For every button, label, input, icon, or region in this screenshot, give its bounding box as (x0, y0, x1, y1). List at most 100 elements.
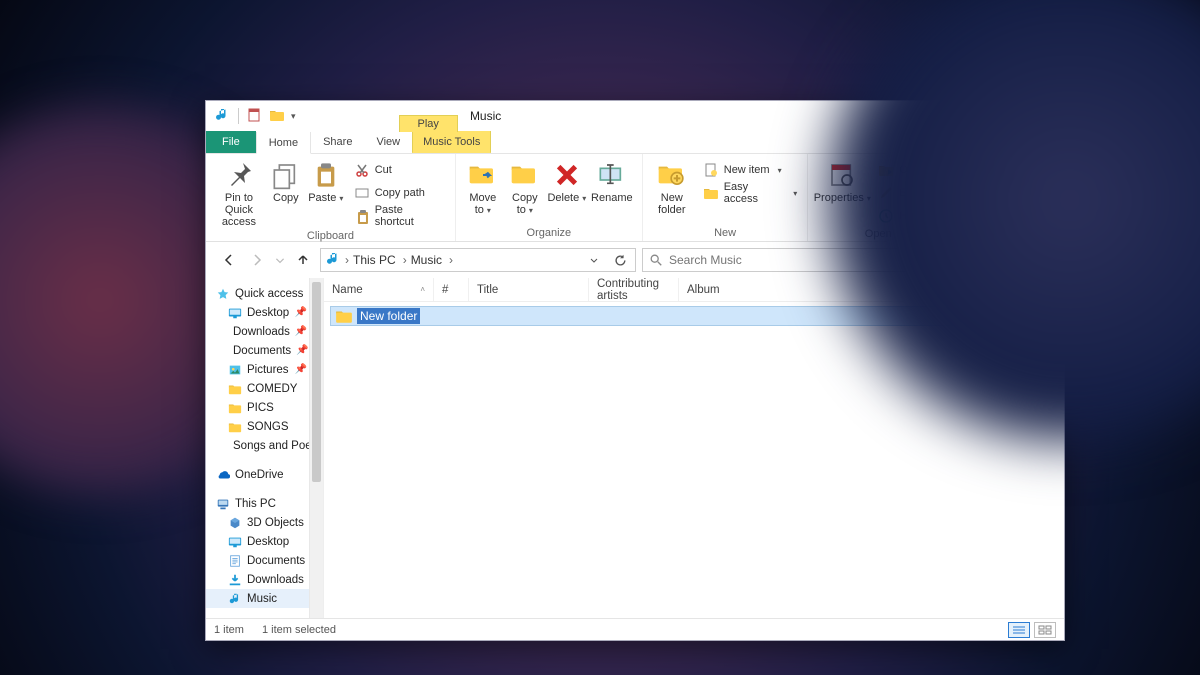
forward-button[interactable] (246, 249, 268, 271)
sidebar-item-songs-and-poems[interactable]: Songs and Poems (206, 436, 323, 455)
address-dropdown[interactable] (583, 249, 605, 271)
paste-shortcut-button[interactable]: Paste shortcut (350, 206, 449, 226)
copy-to-button[interactable]: Copy to (504, 158, 546, 216)
sidebar-pc-3d-objects[interactable]: 3D Objects (206, 513, 323, 532)
pin-label: Pin to Quick access (212, 192, 266, 228)
app-icon (214, 107, 230, 126)
edit-button[interactable]: Edit (874, 183, 942, 203)
move-to-button[interactable]: Move to (462, 158, 504, 216)
help-button[interactable]: ? (1040, 131, 1064, 153)
sidebar-pc-music[interactable]: Music (206, 589, 323, 608)
col-title[interactable]: Title (469, 278, 589, 301)
sidebar-item-pictures[interactable]: Pictures📌 (206, 360, 323, 379)
file-explorer-window: ▾ Play Music File Home Share View Music … (205, 100, 1065, 641)
select-all-button[interactable]: Select all (955, 160, 1058, 180)
col-album[interactable]: Album (679, 278, 779, 301)
properties-button[interactable]: Properties (814, 158, 870, 204)
address-bar[interactable]: › This PC Music (320, 248, 636, 272)
open-button[interactable]: Open (874, 160, 942, 180)
copy-path-button[interactable]: Copy path (350, 183, 449, 203)
sidebar-this-pc[interactable]: This PC (206, 494, 323, 513)
address-icon (325, 251, 341, 270)
recent-dropdown[interactable] (274, 249, 286, 271)
titlebar: ▾ Play Music (206, 101, 1064, 131)
search-input[interactable] (669, 253, 1045, 267)
sidebar-item-downloads[interactable]: Downloads📌 (206, 322, 323, 341)
sidebar-pc-desktop[interactable]: Desktop (206, 532, 323, 551)
organize-group-label: Organize (462, 225, 636, 239)
menu-file[interactable]: File (206, 131, 256, 153)
ribbon-group-new: New folder New item Easy access New (643, 154, 808, 241)
delete-button[interactable]: Delete (546, 158, 588, 204)
menu-tab-view[interactable]: View (364, 131, 412, 153)
qat-folder-icon[interactable] (269, 107, 285, 126)
minimize-button[interactable] (929, 101, 974, 131)
invert-selection-button[interactable]: Invert selection (955, 206, 1058, 226)
up-button[interactable] (292, 249, 314, 271)
sidebar-pc-downloads[interactable]: Downloads (206, 570, 323, 589)
sidebar-item-documents[interactable]: Documents📌 (206, 341, 323, 360)
content-area: Name˄ # Title Contributing artists Album… (324, 278, 1064, 618)
rename-button[interactable]: Rename (588, 158, 636, 204)
window-controls (929, 101, 1064, 131)
close-button[interactable] (1019, 101, 1064, 131)
pin-to-quick-access-button[interactable]: Pin to Quick access (212, 158, 266, 228)
select-group-label: Select (955, 226, 1058, 240)
sidebar-pc-documents[interactable]: Documents (206, 551, 323, 570)
sidebar-item-songs[interactable]: SONGS (206, 417, 323, 436)
status-item-count: 1 item (214, 624, 244, 636)
maximize-button[interactable] (974, 101, 1019, 131)
sidebar-item-comedy[interactable]: COMEDY (206, 379, 323, 398)
new-folder-button[interactable]: New folder (649, 158, 695, 216)
column-headers: Name˄ # Title Contributing artists Album (324, 278, 1064, 302)
qat-properties-icon[interactable] (247, 107, 263, 126)
sidebar-scrollbar[interactable] (309, 278, 323, 618)
search-box[interactable] (642, 248, 1052, 272)
open-group-label: Open (814, 226, 942, 240)
context-tab-strip: Play (304, 101, 458, 131)
refresh-button[interactable] (609, 249, 631, 271)
menu-tab-music-tools[interactable]: Music Tools (412, 131, 491, 153)
scrollbar-thumb[interactable] (312, 282, 321, 482)
breadcrumb-this-pc[interactable]: This PC (353, 253, 407, 267)
clipboard-group-label: Clipboard (212, 228, 449, 242)
sidebar-onedrive[interactable]: OneDrive (206, 465, 323, 484)
folder-icon (335, 307, 353, 325)
col-name[interactable]: Name˄ (324, 278, 434, 301)
svg-text:?: ? (1049, 137, 1055, 147)
new-item-button[interactable]: New item (699, 160, 802, 180)
menubar: File Home Share View Music Tools ? (206, 131, 1064, 154)
menu-tab-home[interactable]: Home (256, 132, 311, 154)
navigation-row: › This PC Music (206, 242, 1064, 278)
history-button[interactable]: History (874, 206, 942, 226)
copy-button[interactable]: Copy (266, 158, 306, 204)
qat-separator (238, 108, 239, 124)
tiles-view-button[interactable] (1034, 622, 1056, 638)
easy-access-button[interactable]: Easy access (699, 183, 802, 203)
col-artists[interactable]: Contributing artists (589, 278, 679, 301)
navigation-pane[interactable]: Quick access Desktop📌Downloads📌Documents… (206, 278, 324, 618)
col-number[interactable]: # (434, 278, 469, 301)
sidebar-item-pics[interactable]: PICS (206, 398, 323, 417)
select-none-button[interactable]: Select none (955, 183, 1058, 203)
collapse-ribbon-button[interactable] (1016, 131, 1040, 153)
file-row-new-folder[interactable]: New folder (330, 306, 1064, 326)
paste-label: Paste (308, 192, 343, 204)
search-icon (649, 253, 663, 267)
ribbon-group-clipboard: Pin to Quick access Copy Paste Cut Copy … (206, 154, 456, 241)
sidebar-quick-access[interactable]: Quick access (206, 284, 323, 303)
back-button[interactable] (218, 249, 240, 271)
breadcrumb-music[interactable]: Music (411, 253, 453, 267)
window-title: Music (458, 101, 929, 131)
sidebar-item-desktop[interactable]: Desktop📌 (206, 303, 323, 322)
rename-input[interactable]: New folder (357, 308, 420, 324)
context-tab-play[interactable]: Play (399, 115, 458, 132)
qat-dropdown-icon[interactable]: ▾ (291, 111, 296, 122)
paste-button[interactable]: Paste (306, 158, 346, 204)
quick-access-toolbar: ▾ (206, 101, 304, 131)
new-group-label: New (649, 225, 801, 239)
details-view-button[interactable] (1008, 622, 1030, 638)
file-list[interactable]: New folder (324, 302, 1064, 618)
cut-button[interactable]: Cut (350, 160, 449, 180)
menu-tab-share[interactable]: Share (311, 131, 364, 153)
